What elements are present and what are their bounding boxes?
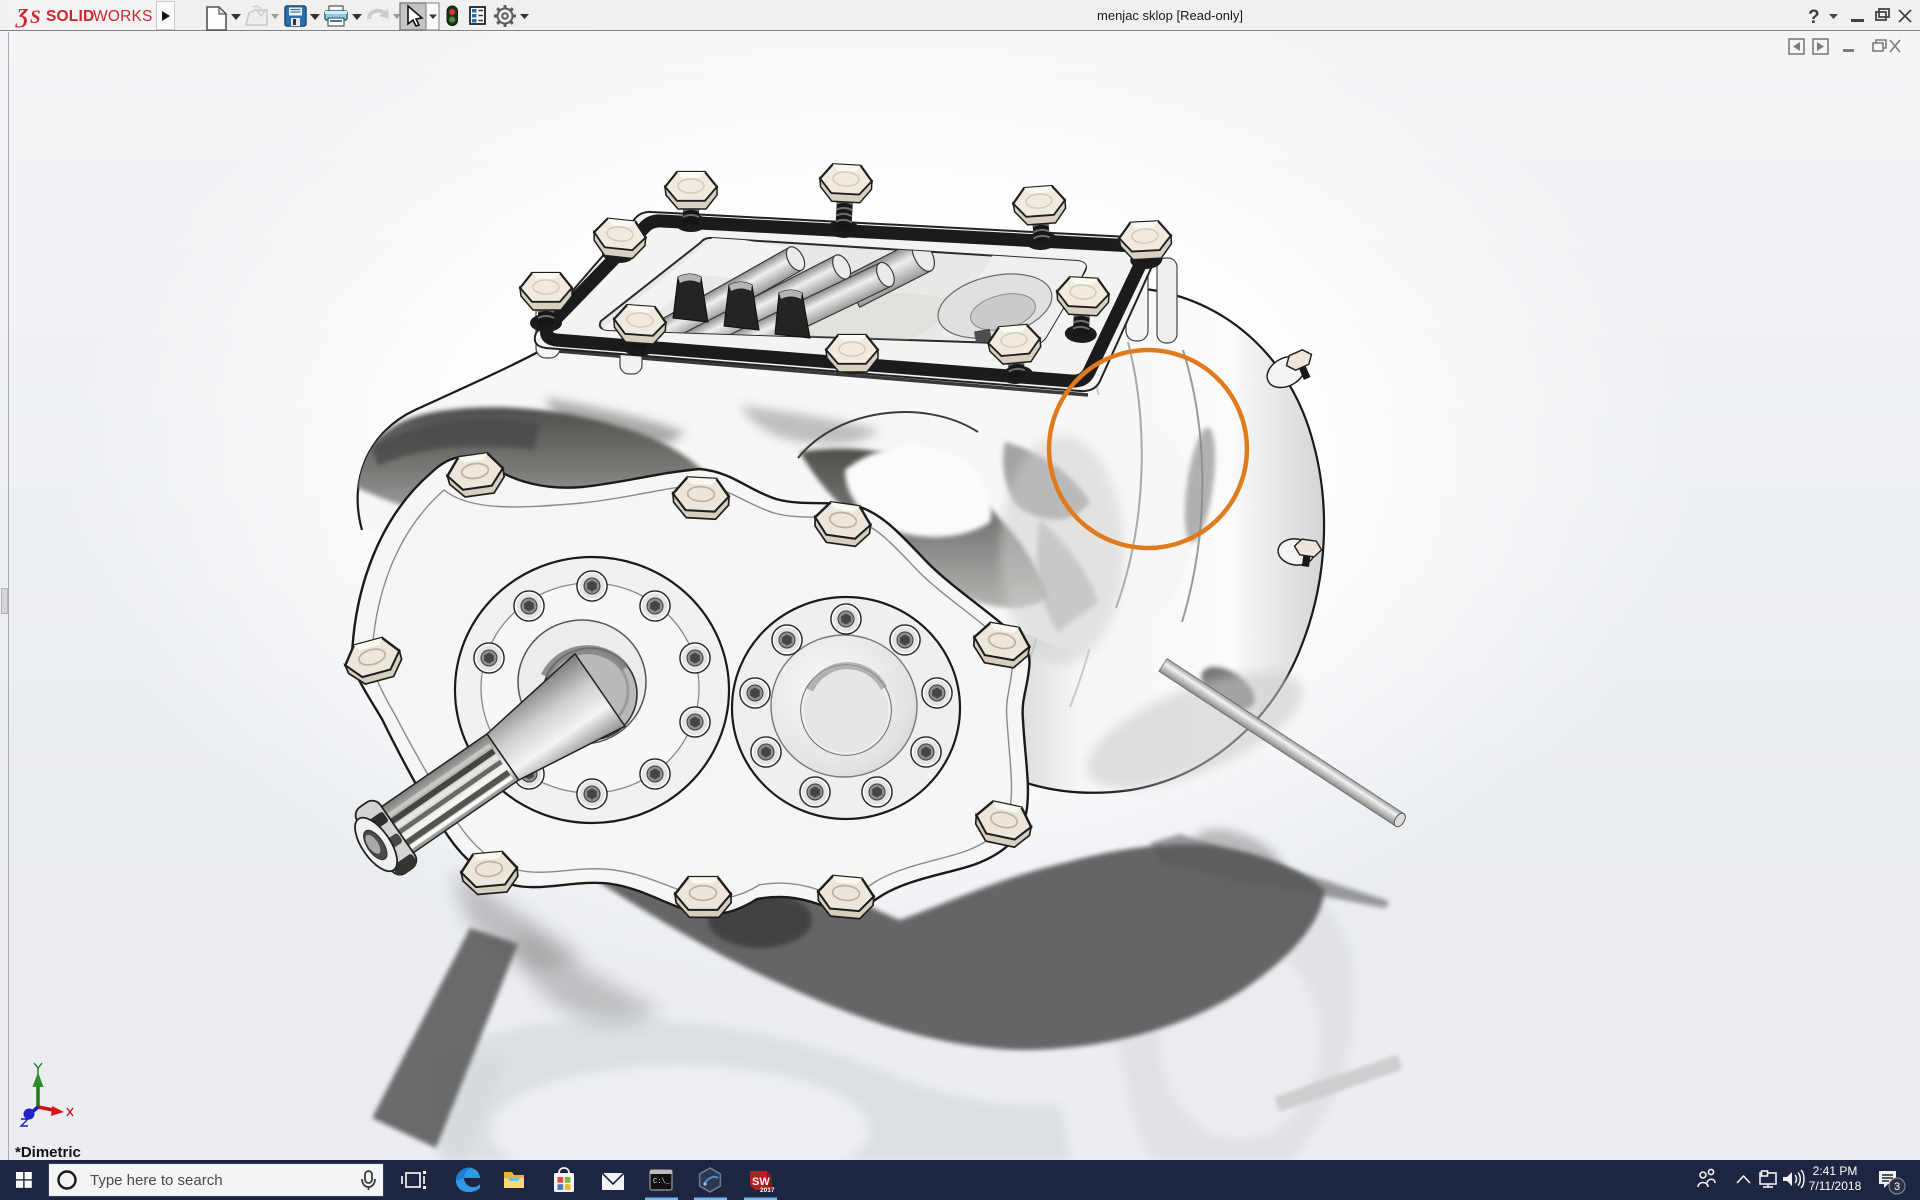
svg-text:2:41 PM: 2:41 PM xyxy=(1813,1164,1858,1178)
svg-text:S: S xyxy=(30,7,41,28)
svg-text:3: 3 xyxy=(1894,1181,1900,1193)
svg-text:2017: 2017 xyxy=(760,1187,775,1194)
svg-text:7/11/2018: 7/11/2018 xyxy=(1809,1179,1862,1193)
svg-text:SOLID: SOLID xyxy=(46,8,94,25)
svg-text:Ʒ: Ʒ xyxy=(15,4,28,28)
svg-text:C:\_: C:\_ xyxy=(653,1178,671,1186)
svg-text:WORKS: WORKS xyxy=(93,8,153,25)
svg-text:?: ? xyxy=(1808,7,1820,28)
